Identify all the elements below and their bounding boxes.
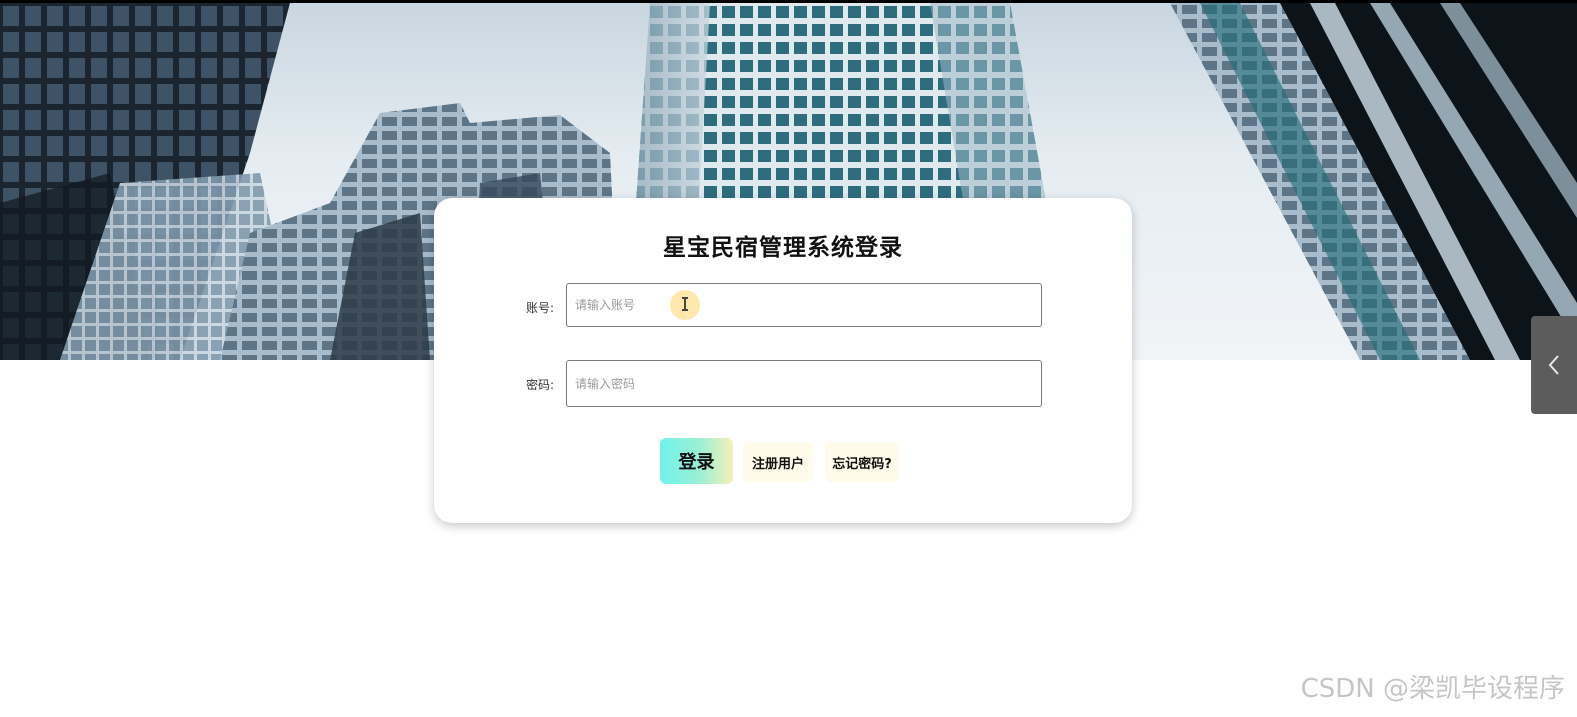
text-cursor-icon xyxy=(682,297,688,311)
register-button[interactable]: 注册用户 xyxy=(743,442,813,482)
password-label: 密码: xyxy=(525,378,554,392)
login-title: 星宝民宿管理系统登录 xyxy=(663,235,903,261)
login-page: 星宝民宿管理系统登录 账号: 密码: 登录 注册用户 忘记密码? CSDN @梁… xyxy=(0,0,1577,717)
chevron-left-icon xyxy=(1548,355,1559,375)
password-input[interactable] xyxy=(566,360,1042,407)
side-panel-toggle[interactable] xyxy=(1531,316,1577,414)
watermark: CSDN @梁凯毕设程序 xyxy=(1300,674,1565,704)
account-label: 账号: xyxy=(525,301,554,315)
forgot-password-button[interactable]: 忘记密码? xyxy=(825,442,899,482)
account-input[interactable] xyxy=(566,283,1042,327)
login-button[interactable]: 登录 xyxy=(660,438,733,484)
login-card: 星宝民宿管理系统登录 账号: 密码: 登录 注册用户 忘记密码? xyxy=(434,198,1132,523)
